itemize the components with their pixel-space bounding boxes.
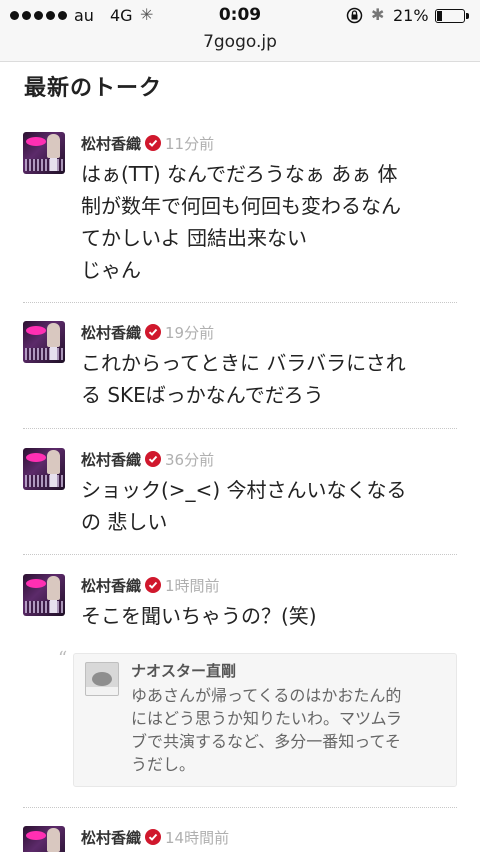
post-line: はぁ(TT) なんでだろうなぁ あぁ 体 bbox=[81, 162, 398, 186]
avatar[interactable] bbox=[23, 132, 65, 174]
section-title: 最新のトーク bbox=[24, 76, 163, 101]
avatar[interactable] bbox=[23, 826, 65, 852]
quote-mark-icon: “ bbox=[58, 648, 68, 669]
quoted-avatar[interactable] bbox=[85, 662, 119, 696]
post-time: 19分前 bbox=[165, 323, 215, 342]
post-body: はぁ(TT) なんでだろうなぁ あぁ 体 制が数年で何回も何回も変わるなん てか… bbox=[81, 158, 457, 286]
post-meta: 松村香織 11分前 bbox=[81, 132, 214, 154]
post-body: これからってときに バラバラにされ る SKEばっかなんでだろう bbox=[81, 347, 457, 411]
post-time: 1時間前 bbox=[165, 576, 220, 595]
divider bbox=[23, 302, 457, 303]
quoted-line: ブで共演するなど、多分一番知ってそ bbox=[131, 732, 401, 751]
post-line: てかしいよ 団結出来ない bbox=[81, 226, 307, 250]
post-time: 36分前 bbox=[165, 450, 215, 469]
quoted-line: にはどう思うか知りたいわ。マツムラ bbox=[131, 709, 402, 728]
post-meta: 松村香織 14時間前 bbox=[81, 826, 229, 848]
quoted-comment[interactable]: ナオスター直剛 ゆあさんが帰ってくるのはかおたん的 にはどう思うか知りたいわ。マ… bbox=[73, 653, 457, 787]
divider bbox=[23, 807, 457, 808]
status-bar: au 4G ✳ 0:09 ✱ 21% bbox=[0, 0, 480, 32]
avatar[interactable] bbox=[23, 448, 65, 490]
address-bar-url[interactable]: 7gogo.jp bbox=[0, 32, 480, 52]
verified-badge-icon bbox=[145, 829, 162, 845]
avatar[interactable] bbox=[23, 321, 65, 363]
post-line: これからってときに バラバラにされ bbox=[81, 351, 406, 375]
post-meta: 松村香織 19分前 bbox=[81, 321, 214, 343]
post-author[interactable]: 松村香織 bbox=[81, 827, 141, 848]
post-body: そこを聞いちゃうの？(笑) bbox=[81, 600, 457, 632]
verified-badge-icon bbox=[145, 135, 162, 151]
post-line: ショック(>_<) 今村さんいなくなる bbox=[81, 478, 407, 502]
browser-top-bar: au 4G ✳ 0:09 ✱ 21% 7gogo.jp bbox=[0, 0, 480, 62]
post-body: ショック(>_<) 今村さんいなくなる の 悲しい bbox=[81, 474, 457, 538]
quoted-line: ゆあさんが帰ってくるのはかおたん的 bbox=[131, 686, 402, 705]
verified-badge-icon bbox=[145, 577, 162, 593]
quoted-text: ゆあさんが帰ってくるのはかおたん的 にはどう思うか知りたいわ。マツムラ ブで共演… bbox=[131, 684, 451, 776]
post-author[interactable]: 松村香織 bbox=[81, 322, 141, 343]
avatar[interactable] bbox=[23, 574, 65, 616]
post-line: じゃん bbox=[81, 258, 141, 282]
post-author[interactable]: 松村香織 bbox=[81, 449, 141, 470]
post-line: そこを聞いちゃうの？(笑) bbox=[81, 604, 317, 628]
post-time: 11分前 bbox=[165, 134, 215, 153]
post-meta: 松村香織 36分前 bbox=[81, 448, 214, 470]
battery-level-fill bbox=[437, 11, 442, 21]
post-line: の 悲しい bbox=[81, 510, 168, 534]
post-line: る SKEばっかなんでだろう bbox=[81, 383, 324, 407]
verified-badge-icon bbox=[145, 451, 162, 467]
divider bbox=[23, 554, 457, 555]
post-time: 14時間前 bbox=[165, 828, 230, 847]
quoted-author[interactable]: ナオスター直剛 bbox=[131, 660, 236, 681]
post-meta: 松村香織 1時間前 bbox=[81, 574, 220, 596]
battery-percent: 21% bbox=[393, 6, 429, 25]
battery-icon bbox=[435, 9, 469, 23]
bluetooth-icon: ✱ bbox=[371, 5, 385, 24]
verified-badge-icon bbox=[145, 324, 162, 340]
divider bbox=[23, 428, 457, 429]
quoted-line: うだし。 bbox=[131, 755, 196, 774]
post-author[interactable]: 松村香織 bbox=[81, 133, 141, 154]
rotation-lock-icon bbox=[346, 7, 363, 24]
post-author[interactable]: 松村香織 bbox=[81, 575, 141, 596]
post-line: 制が数年で何回も何回も変わるなん bbox=[81, 194, 401, 218]
